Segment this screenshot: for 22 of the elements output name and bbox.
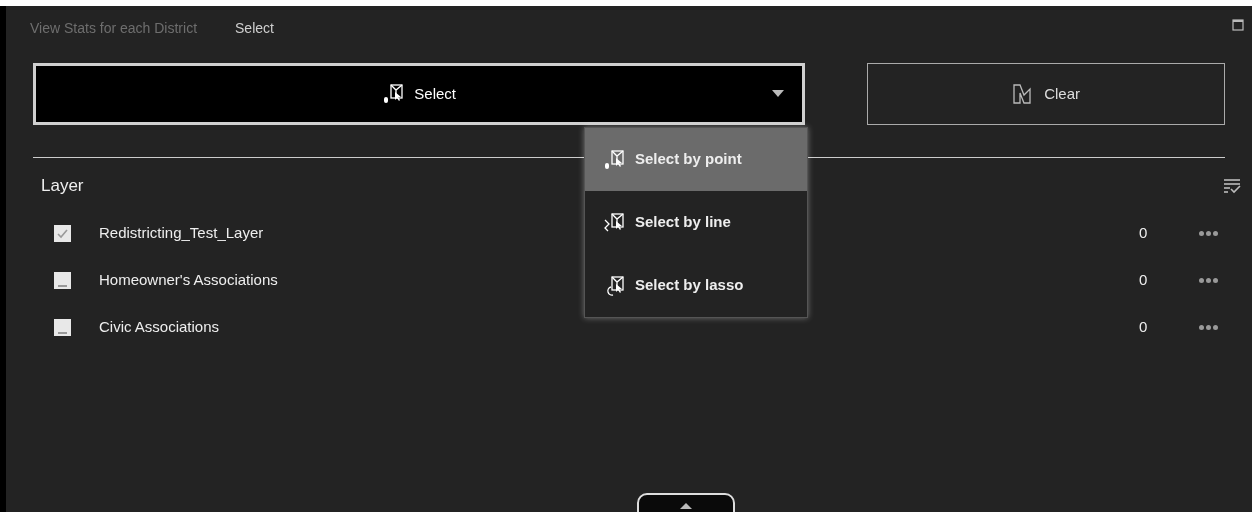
select-tool-icon <box>382 83 405 105</box>
layer-name: Homeowner's Associations <box>99 269 278 290</box>
menu-item[interactable]: Select by line <box>585 191 807 254</box>
select-point-icon <box>603 148 625 171</box>
clear-button[interactable]: Clear <box>867 63 1225 125</box>
select-line-icon <box>603 211 625 234</box>
menu-item[interactable]: Select by point <box>585 128 807 191</box>
layer-name: Redistricting_Test_Layer <box>99 222 264 243</box>
layer-heading: Layer <box>41 175 84 198</box>
feature-count: 0 <box>1139 222 1149 243</box>
menu-item[interactable]: Select by lasso <box>585 254 807 317</box>
select-dropdown[interactable]: Select <box>33 63 806 125</box>
checkbox[interactable] <box>54 318 71 336</box>
layer-name: Civic Associations <box>99 316 220 337</box>
maximize-icon[interactable] <box>1232 19 1244 31</box>
caret-icon <box>772 90 785 97</box>
sort-checklist-icon[interactable] <box>1223 178 1241 194</box>
checkbox[interactable] <box>54 271 71 289</box>
feature-count: 0 <box>1139 269 1149 290</box>
checkbox[interactable] <box>54 224 71 242</box>
tab[interactable]: Select <box>235 17 274 39</box>
feature-count: 0 <box>1139 316 1149 337</box>
